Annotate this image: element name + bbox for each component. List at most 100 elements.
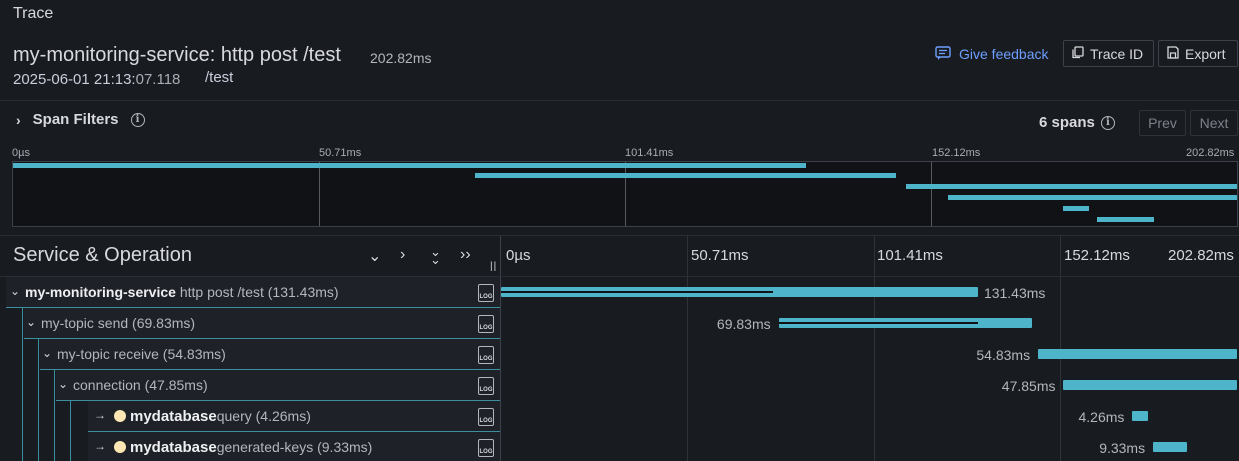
span-duration-label: 131.43ms: [983, 285, 1046, 301]
expand-one-icon[interactable]: ›: [400, 246, 405, 264]
column-resize-handle[interactable]: ||: [490, 261, 497, 272]
divider: [0, 100, 1239, 101]
span-bar[interactable]: [1132, 411, 1148, 421]
trace-url: /test: [205, 69, 234, 86]
span-operation-name: connection (47.85ms): [73, 377, 208, 393]
trace-start-time: 2025-06-01 21:13:07.118: [13, 71, 180, 88]
tree-indent-guide: [54, 370, 55, 401]
span-operation-name: my-topic receive (54.83ms): [57, 346, 226, 362]
collapse-one-icon[interactable]: ⌄: [368, 246, 381, 266]
span-operation-name: generated-keys (9.33ms): [216, 439, 373, 455]
tree-indent-guide: [70, 432, 71, 461]
span-title: my-topic receive (54.83ms): [57, 346, 226, 362]
chevron-down-icon[interactable]: ⌄: [58, 377, 68, 391]
trace-minimap[interactable]: [12, 161, 1238, 227]
export-label: Export: [1185, 45, 1226, 62]
span-bar[interactable]: [1063, 380, 1238, 390]
minimap-tick: 101.41ms: [625, 147, 674, 159]
span-row[interactable]: ⌄ connection (47.85ms) LOG 47.85ms: [0, 370, 1239, 401]
trace-id-button[interactable]: Trace ID: [1063, 40, 1154, 67]
save-icon: [1167, 45, 1179, 62]
chevron-down-icon[interactable]: ⌄: [10, 284, 20, 298]
span-duration-label: 69.83ms: [716, 316, 771, 332]
log-icon[interactable]: LOG: [478, 408, 494, 426]
log-icon[interactable]: LOG: [478, 315, 494, 333]
give-feedback-label: Give feedback: [959, 46, 1049, 62]
minimap-tick: 0µs: [12, 147, 30, 159]
span-operation-name: http post /test (131.43ms): [179, 284, 339, 300]
chevron-down-icon[interactable]: ⌄: [42, 346, 52, 360]
info-icon[interactable]: i: [1100, 115, 1115, 130]
log-icon[interactable]: LOG: [478, 439, 494, 457]
span-row[interactable]: → mydatabasequery (4.26ms) LOG 4.26ms: [0, 401, 1239, 432]
tree-indent-guide: [22, 432, 23, 461]
tree-indent-guide: [22, 370, 23, 401]
span-bar[interactable]: [1153, 442, 1187, 452]
arrow-right-icon[interactable]: →: [94, 408, 106, 422]
arrow-right-icon[interactable]: →: [94, 439, 106, 453]
give-feedback-button[interactable]: Give feedback: [935, 42, 1049, 66]
feedback-icon: [935, 45, 951, 63]
trace-date-ms: 07.118: [135, 71, 181, 88]
chevron-right-icon: ›: [16, 111, 21, 128]
log-icon[interactable]: LOG: [478, 377, 494, 395]
tree-indent-guide: [54, 432, 55, 461]
span-row[interactable]: → mydatabasegenerated-keys (9.33ms) LOG 9.3…: [0, 432, 1239, 461]
chevron-down-icon[interactable]: ⌄: [26, 315, 36, 329]
minimap-span-bar: [474, 173, 897, 178]
span-duration-label: 54.83ms: [976, 347, 1031, 363]
timeline-tick: 101.41ms: [877, 247, 943, 264]
minimap-span-bar: [1097, 217, 1154, 222]
span-row[interactable]: ⌄ my-monitoring-service http post /test (…: [0, 277, 1239, 308]
tree-indent-guide: [38, 401, 39, 432]
span-title: my-monitoring-service http post /test (1…: [25, 284, 339, 300]
minimap-span-bar: [906, 184, 1238, 189]
span-bar[interactable]: [501, 287, 978, 297]
next-button[interactable]: Next: [1190, 110, 1238, 136]
span-bar[interactable]: [778, 318, 1032, 328]
span-filters-label: Span Filters: [32, 111, 119, 128]
span-row[interactable]: ⌄ my-topic receive (54.83ms) LOG 54.83ms: [0, 339, 1239, 370]
minimap-gridline: [319, 162, 320, 226]
span-duration-label: 4.26ms: [1078, 409, 1125, 425]
span-title: mydatabasequery (4.26ms): [114, 408, 311, 425]
span-service-name: mydatabase: [130, 408, 217, 425]
trace-title: my-monitoring-service: http post /test: [13, 44, 341, 66]
minimap-span-bar: [948, 195, 1238, 200]
info-icon[interactable]: i: [130, 112, 145, 127]
span-duration-label: 47.85ms: [1001, 378, 1056, 394]
span-title: my-topic send (69.83ms): [41, 315, 195, 331]
export-button[interactable]: Export: [1158, 40, 1238, 67]
span-title: mydatabasegenerated-keys (9.33ms): [114, 439, 372, 456]
tree-indent-guide: [54, 401, 55, 432]
child-span-overlay: [501, 291, 774, 293]
span-bar[interactable]: [1038, 349, 1238, 359]
minimap-span-bar: [1063, 206, 1089, 211]
span-operation-name: query (4.26ms): [216, 408, 311, 424]
copy-icon: [1072, 45, 1084, 62]
log-icon[interactable]: LOG: [478, 284, 494, 302]
tree-indent-guide: [38, 432, 39, 461]
timeline-tick: 152.12ms: [1064, 247, 1130, 264]
log-icon[interactable]: LOG: [478, 346, 494, 364]
span-duration-label: 9.33ms: [1099, 440, 1146, 456]
tree-indent-guide: [70, 401, 71, 432]
trace-date: 2025-06-01 21:13:: [13, 71, 136, 88]
span-count: 6 spans i: [1039, 114, 1115, 131]
tree-indent-guide: [22, 339, 23, 370]
tree-indent-guide: [22, 401, 23, 432]
prev-button[interactable]: Prev: [1139, 110, 1186, 136]
span-row[interactable]: ⌄ my-topic send (69.83ms) LOG 69.83ms: [0, 308, 1239, 339]
timeline-tick: 50.71ms: [691, 247, 749, 264]
span-title: connection (47.85ms): [73, 377, 208, 393]
expand-all-icon[interactable]: ››: [460, 246, 471, 264]
span-filters-toggle[interactable]: › Span Filters i: [16, 111, 145, 128]
timeline-tick: 202.82ms: [1168, 247, 1234, 264]
divider: [0, 235, 1239, 236]
timeline-tick: 0µs: [506, 247, 531, 264]
minimap-tick: 50.71ms: [319, 147, 362, 159]
child-span-overlay: [778, 322, 979, 324]
collapse-all-icon[interactable]: ⌄ ⌄: [430, 245, 441, 266]
trace-duration: 202.82ms: [370, 50, 432, 66]
minimap-tick: 202.82ms: [1186, 147, 1235, 159]
